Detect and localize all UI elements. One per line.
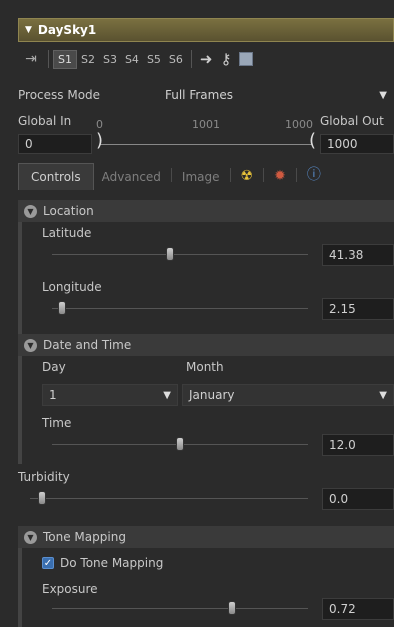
exposure-label: Exposure [42, 582, 98, 596]
slot-s5[interactable]: S5 [143, 51, 165, 68]
section-date-time[interactable]: ▼ Date and Time [18, 334, 394, 356]
time-slider[interactable] [52, 437, 308, 451]
range-out-handle[interactable]: ( [309, 132, 316, 150]
global-out-label: Global Out [320, 114, 384, 128]
tab-advanced[interactable]: Advanced [94, 164, 169, 190]
section-tone-mapping-title: Tone Mapping [43, 530, 126, 544]
time-field[interactable]: 12.0 [322, 434, 394, 456]
chevron-down-icon: ▼ [163, 389, 171, 401]
tab-separator [229, 168, 231, 182]
global-in-field[interactable]: 0 [18, 134, 92, 154]
range-tick-mid: 1001 [192, 118, 220, 131]
group-bar [18, 356, 22, 464]
month-dropdown[interactable]: January ▼ [182, 384, 394, 406]
info-icon[interactable]: ⓘ [299, 158, 329, 190]
collapse-icon[interactable]: ▼ [24, 204, 37, 218]
collapse-icon[interactable]: ▼ [24, 530, 37, 544]
exposure-field[interactable]: 0.72 [322, 598, 394, 620]
radiation-icon[interactable]: ☢ [233, 162, 262, 190]
slot-s6[interactable]: S6 [165, 51, 187, 68]
month-label: Month [186, 360, 224, 374]
tab-image[interactable]: Image [174, 164, 228, 190]
latitude-slider-handle[interactable] [166, 247, 174, 261]
tab-controls[interactable]: Controls [18, 163, 94, 190]
toolbar-separator [190, 50, 192, 68]
tab-separator [263, 168, 265, 182]
chevron-down-icon: ▼ [379, 89, 387, 101]
slot-s2[interactable]: S2 [77, 51, 99, 68]
longitude-slider[interactable] [52, 301, 308, 315]
longitude-field[interactable]: 2.15 [322, 298, 394, 320]
do-tone-mapping-label: Do Tone Mapping [60, 556, 164, 570]
section-location-title: Location [43, 204, 94, 218]
day-dropdown[interactable]: 1 ▼ [42, 384, 178, 406]
time-slider-handle[interactable] [176, 437, 184, 451]
save-icon[interactable] [239, 52, 254, 66]
exposure-slider-handle[interactable] [228, 601, 236, 615]
day-label: Day [42, 360, 66, 374]
latitude-field[interactable]: 41.38 [322, 244, 394, 266]
tool-header[interactable]: ▼ DaySky1 [18, 18, 394, 42]
time-label: Time [42, 416, 72, 430]
pin-icon[interactable]: ⇥ [18, 51, 44, 67]
longitude-slider-handle[interactable] [58, 301, 66, 315]
process-mode-label: Process Mode [18, 88, 101, 102]
range-in-handle[interactable]: ) [96, 132, 103, 150]
gear-icon[interactable]: ✹ [266, 162, 294, 190]
chevron-down-icon: ▼ [379, 389, 387, 401]
check-icon[interactable]: ✓ [42, 557, 54, 569]
turbidity-label: Turbidity [18, 470, 70, 484]
latitude-label: Latitude [42, 226, 92, 240]
slot-s4[interactable]: S4 [121, 51, 143, 68]
group-bar [18, 222, 22, 334]
collapse-arrow-icon[interactable]: ▼ [25, 25, 32, 35]
slot-s3[interactable]: S3 [99, 51, 121, 68]
turbidity-field[interactable]: 0.0 [322, 488, 394, 510]
section-tone-mapping[interactable]: ▼ Tone Mapping [18, 526, 394, 548]
do-tone-mapping-row[interactable]: ✓ Do Tone Mapping [42, 556, 163, 570]
key-icon[interactable]: ⚷ [220, 50, 231, 68]
longitude-label: Longitude [42, 280, 102, 294]
toolbar-separator [48, 50, 49, 68]
process-mode-dropdown[interactable]: Full Frames ▼ [158, 84, 394, 106]
month-value: January [189, 388, 235, 402]
exposure-slider[interactable] [52, 601, 308, 615]
tab-bar: Controls Advanced Image ☢ ✹ ⓘ [18, 162, 394, 190]
turbidity-slider[interactable] [30, 491, 308, 505]
arrow-right-icon[interactable]: ➜ [200, 50, 213, 68]
toolbar: ⇥ S1 S2 S3 S4 S5 S6 ➜ ⚷ [18, 44, 394, 74]
group-bar [18, 548, 22, 627]
slot-s1[interactable]: S1 [53, 49, 77, 69]
global-in-label: Global In [18, 114, 72, 128]
global-out-field[interactable]: 1000 [320, 134, 394, 154]
tool-name: DaySky1 [37, 23, 97, 37]
latitude-slider[interactable] [52, 247, 308, 261]
section-location[interactable]: ▼ Location [18, 200, 394, 222]
range-slider-track[interactable] [100, 144, 312, 145]
tab-separator [170, 168, 172, 182]
day-value: 1 [49, 388, 57, 402]
process-mode-value: Full Frames [165, 88, 233, 102]
section-date-time-title: Date and Time [43, 338, 132, 352]
tab-separator [295, 168, 297, 182]
collapse-icon[interactable]: ▼ [24, 338, 37, 352]
turbidity-slider-handle[interactable] [38, 491, 46, 505]
